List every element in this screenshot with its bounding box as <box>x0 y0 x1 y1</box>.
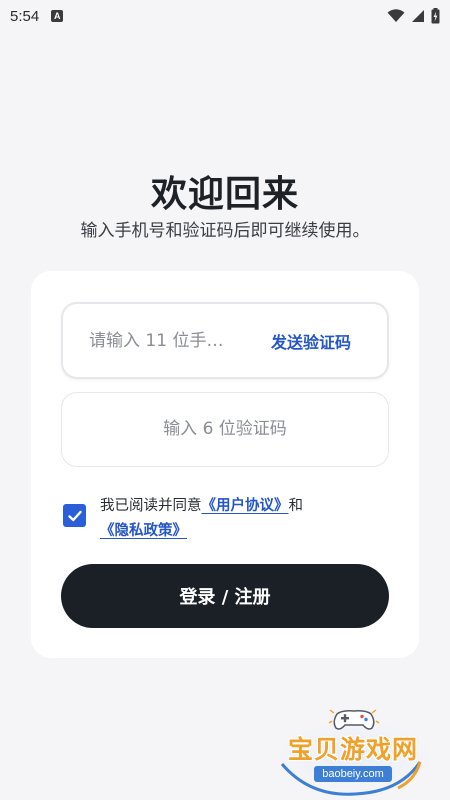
agreement-text: 我已阅读并同意《用户协议》和 《隐私政策》 <box>100 494 390 544</box>
privacy-policy-link[interactable]: 《隐私政策》 <box>100 523 187 539</box>
code-field <box>61 392 389 467</box>
cell-signal-icon <box>412 10 424 22</box>
agreement-prefix: 我已阅读并同意 <box>100 498 202 514</box>
watermark-url: baobeiy.com <box>314 766 392 782</box>
phone-field: 发送验证码 <box>61 302 389 379</box>
status-right <box>387 8 440 24</box>
gamepad-icon <box>328 709 380 730</box>
user-agreement-link[interactable]: 《用户协议》 <box>202 498 289 514</box>
notification-a-icon: A <box>51 10 64 22</box>
status-left: 5:54 A <box>10 7 64 25</box>
agreement-conjunction: 和 <box>288 498 304 514</box>
checkmark-icon <box>67 510 82 521</box>
verification-code-input[interactable] <box>62 393 388 465</box>
phone-input[interactable] <box>89 304 249 377</box>
battery-icon <box>431 8 440 24</box>
watermark-title: 宝贝游戏网 <box>287 735 418 764</box>
page-title: 欢迎回来 <box>150 174 299 215</box>
agreement-checkbox[interactable] <box>63 504 86 527</box>
wifi-icon <box>387 9 405 22</box>
page-subtitle: 输入手机号和验证码后即可继续使用。 <box>80 221 370 241</box>
watermark-logo: 宝贝游戏网 baobeiy.com <box>270 702 440 797</box>
login-register-button[interactable]: 登录 / 注册 <box>61 564 389 628</box>
status-bar: 5:54 A <box>0 0 450 32</box>
status-time: 5:54 <box>10 7 40 25</box>
login-card: 发送验证码 我已阅读并同意《用户协议》和 《隐私政策》 登录 / 注册 <box>31 271 419 658</box>
send-code-button[interactable]: 发送验证码 <box>271 304 351 377</box>
